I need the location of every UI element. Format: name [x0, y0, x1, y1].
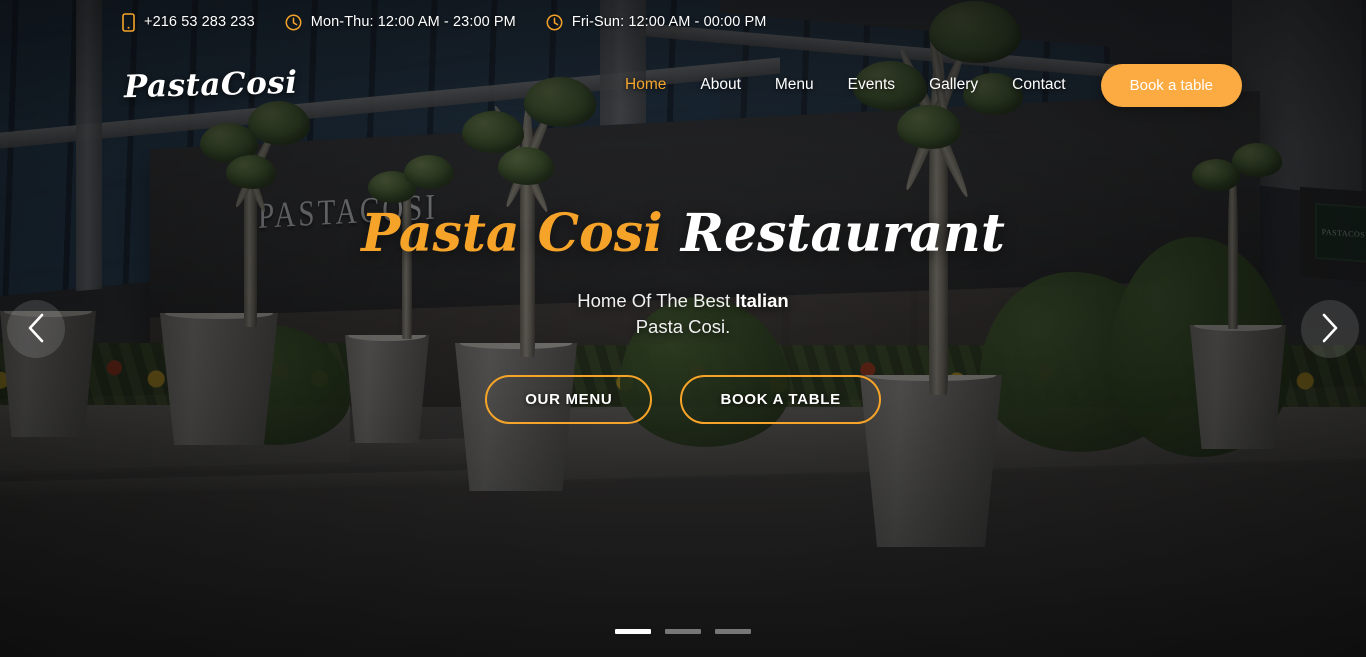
nav-item-about[interactable]: About — [683, 76, 758, 94]
topbar-hours-weekday-text: Mon-Thu: 12:00 AM - 23:00 PM — [310, 14, 516, 30]
clock-icon — [285, 14, 302, 31]
topbar-phone[interactable]: +216 53 283 233 — [122, 12, 255, 32]
hero-cta-group: OUR MENU BOOK A TABLE — [485, 374, 881, 424]
topbar-phone-text: +216 53 283 233 — [144, 14, 255, 30]
nav-links: Home About Menu Events Gallery Contact B… — [608, 63, 1242, 107]
carousel-indicators — [0, 629, 1366, 634]
chevron-left-icon — [25, 312, 47, 347]
chevron-right-icon — [1319, 312, 1341, 347]
topbar-hours-weekday: Mon-Thu: 12:00 AM - 23:00 PM — [285, 14, 516, 31]
nav-item-contact[interactable]: Contact — [995, 76, 1082, 94]
nav-item-events[interactable]: Events — [831, 76, 912, 94]
carousel-dot-2[interactable] — [665, 629, 701, 634]
book-a-table-cta-button[interactable]: BOOK A TABLE — [680, 374, 881, 424]
topbar-hours-weekend-text: Fri-Sun: 12:00 AM - 00:00 PM — [571, 14, 767, 30]
main-navigation-bar: PastaCosi Home About Menu Events Gallery… — [0, 52, 1366, 118]
nav-item-gallery[interactable]: Gallery — [912, 76, 995, 94]
nav-item-home[interactable]: Home — [608, 76, 683, 94]
book-a-table-button[interactable]: Book a table — [1100, 63, 1242, 107]
our-menu-button[interactable]: OUR MENU — [485, 374, 653, 424]
nav-item-menu[interactable]: Menu — [758, 76, 831, 94]
top-utility-bar: +216 53 283 233 Mon-Thu: 12:00 AM - 23:0… — [0, 0, 1366, 44]
clock-icon — [546, 14, 563, 31]
site-logo[interactable]: PastaCosi — [124, 65, 298, 106]
carousel-dot-3[interactable] — [715, 629, 751, 634]
carousel-dot-1[interactable] — [615, 629, 651, 634]
mobile-phone-icon — [122, 12, 135, 32]
topbar-hours-weekend: Fri-Sun: 12:00 AM - 00:00 PM — [546, 14, 767, 31]
carousel-next-button[interactable] — [1301, 300, 1359, 358]
hero-slider: PASTACOSI PASTACOSI — [0, 0, 1366, 657]
carousel-prev-button[interactable] — [7, 300, 65, 358]
